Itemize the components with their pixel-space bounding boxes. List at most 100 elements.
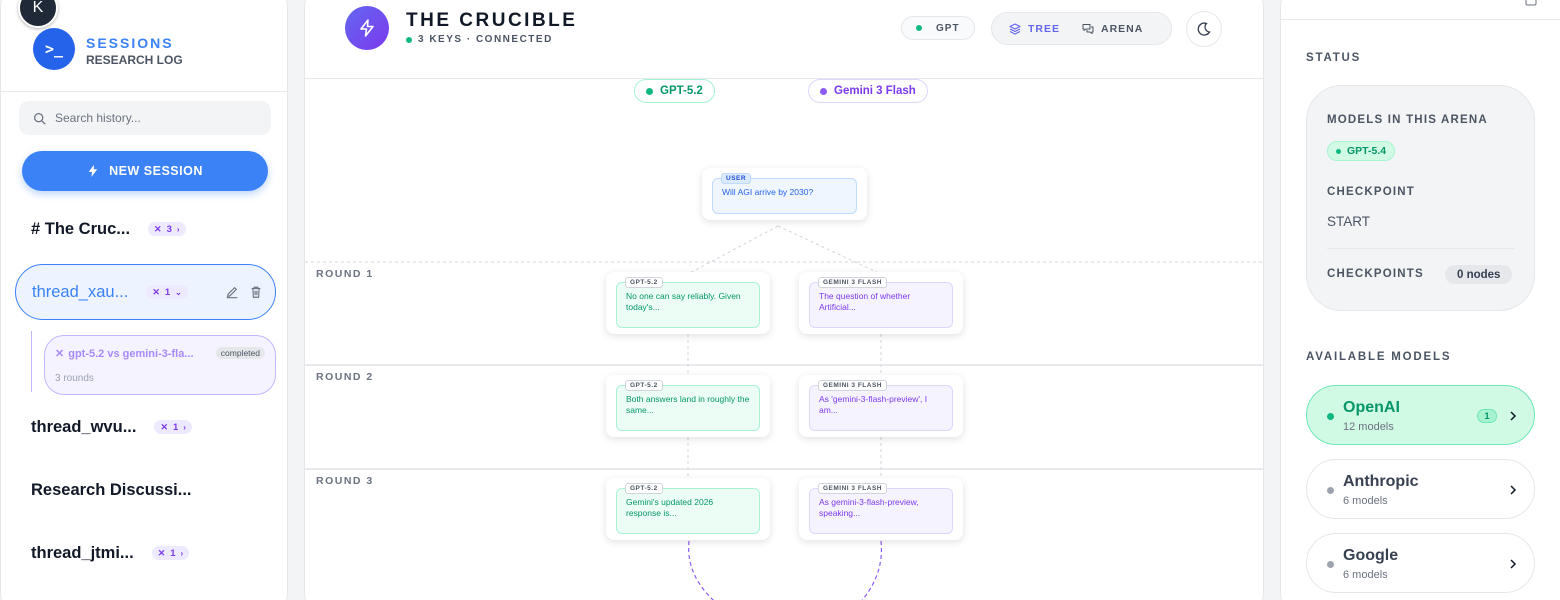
model-chip-label: GPT-5.2 — [660, 85, 703, 97]
badge-count: 1 — [164, 286, 171, 298]
search-box[interactable] — [19, 101, 271, 135]
node-tag: GPT-5.2 — [625, 483, 663, 494]
sidebar-subtitle: RESEARCH LOG — [86, 53, 183, 67]
node-tag: USER — [721, 173, 752, 184]
arena-session-title: ✕ gpt-5.2 vs gemini-3-fla... — [55, 347, 194, 360]
provider-model-count: 12 models — [1343, 421, 1394, 433]
thread-item-active[interactable]: thread_xau... ✕ 1 ⌄ — [15, 264, 276, 320]
provider-name: Anthropic — [1343, 473, 1419, 490]
round-label: ROUND 2 — [316, 371, 374, 383]
model-chip-gpt[interactable]: GPT-5.2 — [634, 79, 715, 103]
chevron-down-icon: ⌄ — [175, 287, 182, 297]
arena-icon: ✕ — [152, 286, 160, 297]
provider-model-count: 6 models — [1343, 569, 1388, 581]
edit-icon[interactable] — [225, 285, 239, 299]
arena-session-item[interactable]: ✕ gpt-5.2 vs gemini-3-fla... completed 3 … — [44, 335, 276, 395]
terminal-icon: >_ — [33, 28, 75, 70]
thread-label: thread_jtmi... — [31, 543, 134, 562]
tree-edges — [305, 225, 1263, 600]
response-node-gpt[interactable]: GPT-5.2 No one can say reliably. Given t… — [606, 272, 770, 334]
edge — [687, 225, 779, 275]
arena-icon: ✕ — [157, 547, 166, 558]
badge-count: 1 — [173, 421, 179, 433]
search-icon — [33, 112, 46, 125]
checkpoint-value: START — [1327, 214, 1371, 229]
provider-google[interactable]: Google 6 models — [1306, 533, 1535, 593]
thread-label: thread_wvu... — [31, 417, 137, 436]
divider — [1327, 248, 1514, 249]
status-dot — [646, 87, 653, 95]
models-in-arena-label: MODELS IN THIS ARENA — [1327, 114, 1488, 126]
thread-label: thread_xau... — [32, 282, 129, 301]
status-card: MODELS IN THIS ARENA GPT-5.4 CHECKPOINT … — [1306, 85, 1535, 311]
node-text: Both answers land in roughly the same... — [616, 385, 760, 431]
checkpoint-label: CHECKPOINT — [1327, 186, 1416, 198]
divider — [1, 91, 287, 92]
model-chip-gemini[interactable]: Gemini 3 Flash — [808, 79, 928, 103]
selected-count-badge: 1 — [1477, 409, 1497, 423]
arena-icon: ✕ — [154, 223, 162, 234]
response-node-gemini[interactable]: GEMINI 3 FLASH As gemini-3-flash-preview… — [799, 478, 963, 540]
model-chip-label: Gemini 3 Flash — [834, 85, 916, 97]
response-node-gemini[interactable]: GEMINI 3 FLASH The question of whether A… — [799, 272, 963, 334]
status-sidebar: STATUS MODELS IN THIS ARENA GPT-5.4 CHEC… — [1280, 0, 1560, 600]
synthesis-edge — [688, 540, 882, 600]
chevron-right-icon: › — [176, 224, 180, 234]
provider-openai[interactable]: OpenAI 12 models 1 — [1306, 385, 1535, 445]
thread-item[interactable]: # The Cruc... ✕ 3 › — [15, 201, 276, 257]
status-dot — [820, 87, 827, 95]
thread-item[interactable]: Research Discussi... — [15, 462, 276, 518]
node-tag: GPT-5.2 — [625, 277, 663, 288]
status-dot — [1327, 487, 1334, 494]
response-node-gpt[interactable]: GPT-5.2 Gemini's updated 2026 response i… — [606, 478, 770, 540]
panel-toggle-icon[interactable] — [1525, 0, 1537, 7]
new-session-label: NEW SESSION — [109, 164, 203, 178]
thread-item[interactable]: thread_wvu... ✕ 1 › — [15, 399, 276, 455]
chevron-right-icon — [1510, 485, 1517, 495]
status-dot — [1336, 148, 1341, 154]
round-label: ROUND 1 — [316, 268, 374, 280]
thread-item[interactable]: thread_jtmi... ✕ 1 › — [15, 525, 276, 581]
provider-anthropic[interactable]: Anthropic 6 models — [1306, 459, 1535, 519]
provider-name: OpenAI — [1343, 399, 1400, 416]
arena-count-badge[interactable]: ✕ 1 › — [154, 420, 192, 434]
trash-icon[interactable] — [249, 285, 263, 299]
arena-session-name: gpt-5.2 vs gemini-3-fla... — [68, 348, 194, 360]
response-node-gpt[interactable]: GPT-5.2 Both answers land in roughly the… — [606, 375, 770, 437]
arena-icon: ✕ — [160, 421, 168, 432]
rounds-count: 3 rounds — [55, 373, 94, 384]
edge — [777, 225, 882, 275]
status-section-label: STATUS — [1306, 52, 1362, 64]
response-node-gemini[interactable]: GEMINI 3 FLASH As 'gemini-3-flash-previe… — [799, 375, 963, 437]
badge-count: 1 — [170, 547, 176, 559]
new-session-button[interactable]: NEW SESSION — [22, 151, 268, 191]
badge-count: 3 — [166, 223, 172, 235]
crucible-main: THE CRUCIBLE 3 KEYS · CONNECTED GPT TREE… — [304, 0, 1264, 600]
search-input[interactable] — [55, 111, 255, 125]
arena-model-name: GPT-5.4 — [1347, 145, 1387, 157]
node-text: Gemini's updated 2026 response is... — [616, 488, 760, 534]
arena-count-badge[interactable]: ✕ 1 › — [151, 546, 190, 560]
status-badge: completed — [215, 347, 265, 359]
sessions-sidebar: >_ SESSIONS RESEARCH LOG NEW SESSION # T… — [0, 0, 288, 600]
chevron-right-icon — [1510, 411, 1517, 421]
arena-model-chip[interactable]: GPT-5.4 — [1327, 141, 1396, 161]
node-text: No one can say reliably. Given today's..… — [616, 282, 760, 328]
provider-model-count: 6 models — [1343, 495, 1388, 507]
node-tag: GPT-5.2 — [625, 380, 663, 391]
chevron-right-icon: › — [180, 548, 184, 558]
checkpoints-count: 0 nodes — [1445, 265, 1513, 284]
arena-count-badge[interactable]: ✕ 1 ⌄ — [146, 285, 188, 299]
user-node[interactable]: USER Will AGI arrive by 2030? — [702, 168, 867, 220]
node-tag: GEMINI 3 FLASH — [818, 277, 888, 288]
status-dot — [1327, 413, 1334, 420]
node-text: The question of whether Artificial... — [809, 282, 953, 328]
chevron-right-icon: › — [183, 422, 186, 432]
thread-label: Research Discussi... — [31, 480, 192, 499]
arena-count-badge[interactable]: ✕ 3 › — [148, 222, 186, 236]
subtree-line — [31, 331, 32, 392]
node-tag: GEMINI 3 FLASH — [818, 483, 888, 494]
checkpoints-label: CHECKPOINTS — [1327, 268, 1424, 280]
node-text: As gemini-3-flash-preview, speaking... — [809, 488, 953, 534]
sidebar-title: SESSIONS — [86, 35, 174, 51]
